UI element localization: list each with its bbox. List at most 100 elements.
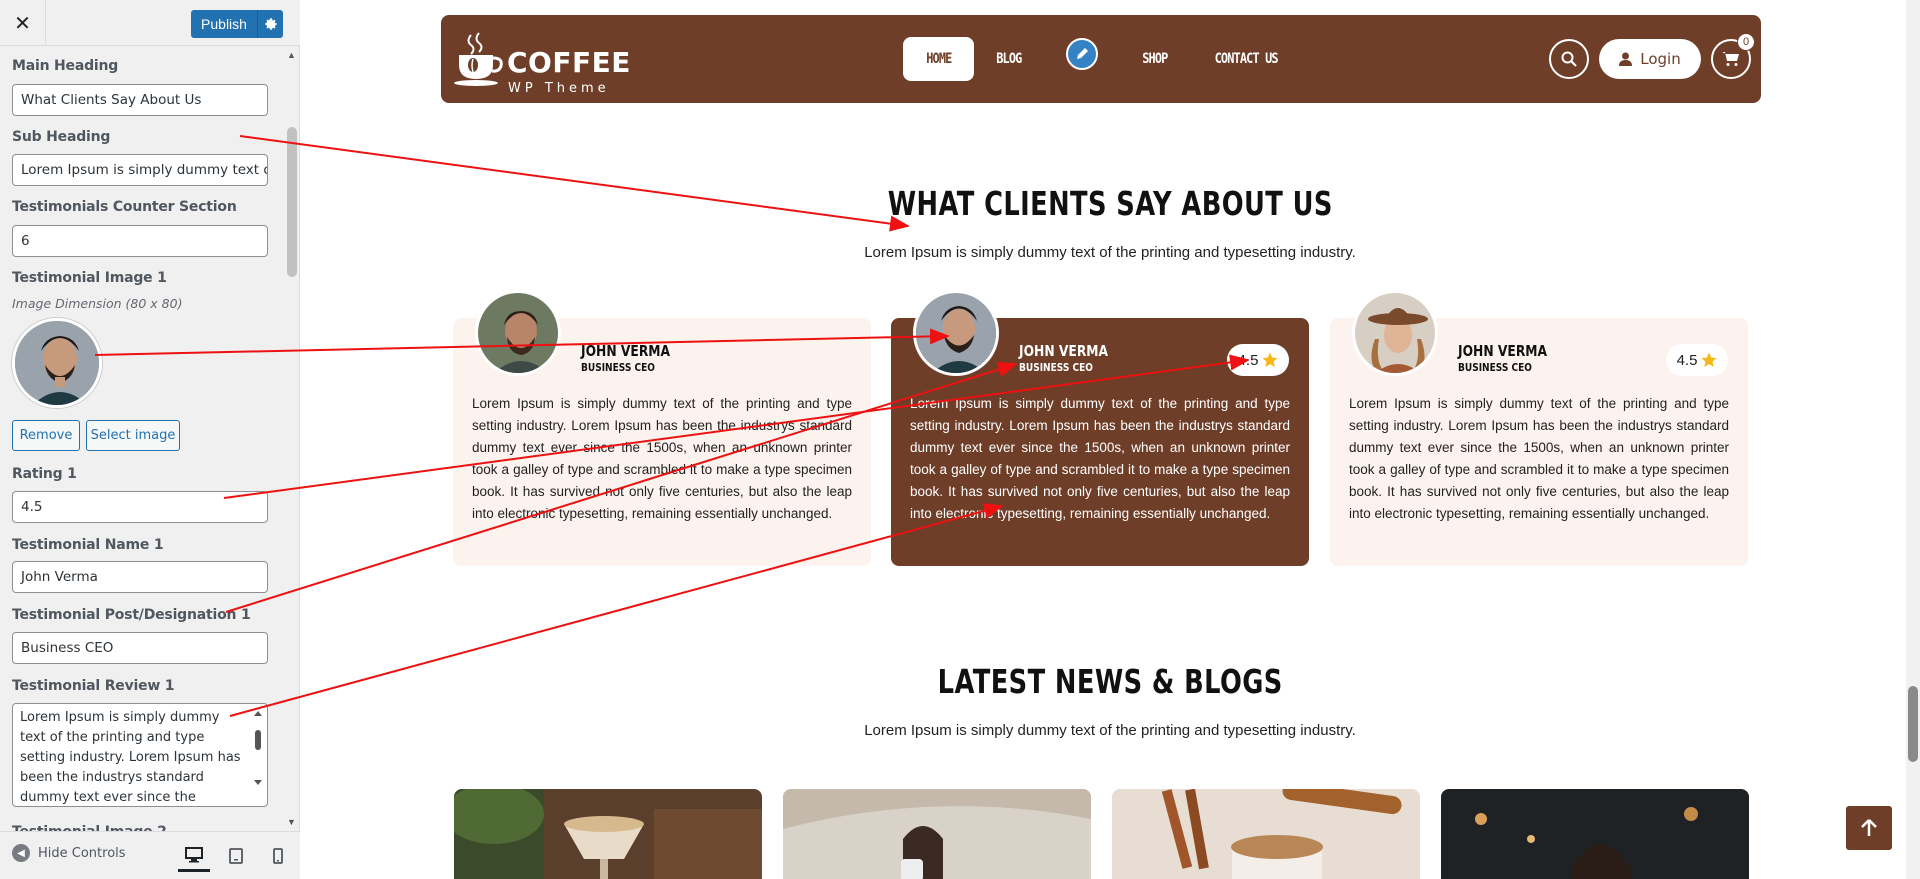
testimonial-image-preview[interactable] xyxy=(12,318,102,408)
search-button[interactable] xyxy=(1549,39,1589,79)
logo-name: COFFEE xyxy=(507,46,631,79)
cart-button[interactable]: 0 xyxy=(1711,33,1755,79)
menu-item-shop[interactable]: SHOP xyxy=(1125,37,1184,81)
testimonials-title: WHAT CLIENTS SAY ABOUT US xyxy=(300,184,1920,223)
review-textarea[interactable]: Lorem Ipsum is simply dummy text of the … xyxy=(12,703,268,807)
post-input[interactable]: Business CEO xyxy=(12,632,268,664)
close-icon: ✕ xyxy=(14,12,31,35)
collapse-icon: ◀ xyxy=(12,844,30,862)
counter-input[interactable]: 6 xyxy=(12,225,268,257)
remove-image-button[interactable]: Remove xyxy=(12,420,80,451)
rating-badge: 4.5 xyxy=(1666,344,1728,376)
testimonials-subtitle: Lorem Ipsum is simply dummy text of the … xyxy=(864,244,1356,261)
tablet-preview-button[interactable] xyxy=(220,840,252,872)
search-icon xyxy=(1561,51,1577,67)
post-label: Testimonial Post/Designation 1 xyxy=(12,607,251,623)
menu-item-home[interactable]: HOME xyxy=(903,37,974,81)
star-icon xyxy=(1262,352,1279,367)
testimonial-name: JOHN VERMA xyxy=(581,342,690,360)
site-logo[interactable]: COFFEE WP Theme xyxy=(451,27,630,96)
site-header: COFFEE WP Theme HOME BLOG SHOP CONTACT U… xyxy=(441,15,1761,103)
testimonial-name-text: JOHN VERMA xyxy=(1019,342,1109,360)
woman-drinking-image xyxy=(783,789,1091,879)
rating-value: 4.5 xyxy=(1676,351,1698,369)
review-text: Lorem Ipsum is simply dummy text of the … xyxy=(20,710,241,805)
blog-image[interactable] xyxy=(783,789,1091,879)
testimonial-card: JOHN VERMA BUSINESS CEO 4.5 Lorem Ipsum … xyxy=(1330,290,1748,566)
blogs-subtitle: Lorem Ipsum is simply dummy text of the … xyxy=(864,722,1356,739)
rating-label: Rating 1 xyxy=(12,466,77,482)
main-heading-input[interactable]: What Clients Say About Us xyxy=(12,84,268,116)
select-image-button[interactable]: Select image xyxy=(86,420,180,451)
bearded-man-avatar xyxy=(478,293,558,373)
edit-shortcut-button[interactable] xyxy=(1065,38,1098,70)
testimonial-review: Lorem Ipsum is simply dummy text of the … xyxy=(1349,396,1729,521)
testimonial-post-text: BUSINESS CEO xyxy=(1019,361,1093,374)
review-label: Testimonial Review 1 xyxy=(12,678,175,694)
testimonial-post-text: BUSINESS CEO xyxy=(581,361,655,374)
testimonial-avatar xyxy=(1352,290,1438,376)
desktop-icon xyxy=(185,846,203,862)
gear-icon xyxy=(264,18,277,30)
testimonial-name: JOHN VERMA xyxy=(1458,342,1567,360)
close-customizer-button[interactable]: ✕ xyxy=(0,0,46,46)
cart-icon xyxy=(1722,52,1739,66)
mobile-preview-button[interactable] xyxy=(262,840,294,872)
testimonial-card: JOHN VERMA BUSINESS CEO Lorem Ipsum is s… xyxy=(453,290,871,566)
menu-item-contact[interactable]: CONTACT US xyxy=(1198,37,1295,81)
testimonials-title-text: WHAT CLIENTS SAY ABOUT US xyxy=(887,184,1333,223)
testimonial-card: JOHN VERMA BUSINESS CEO 4.5 Lorem Ipsum … xyxy=(891,290,1309,566)
publish-group: Publish xyxy=(191,10,283,38)
page-scrollbar[interactable] xyxy=(1906,0,1920,879)
rating-input[interactable]: 4.5 xyxy=(12,491,268,523)
customizer-sidebar: ✕ Publish Main Heading What Clients Say … xyxy=(0,0,300,879)
blog-image[interactable] xyxy=(1112,789,1420,879)
desktop-preview-button[interactable] xyxy=(178,840,210,872)
testimonial-name-text: JOHN VERMA xyxy=(581,342,671,360)
sub-heading-label: Sub Heading xyxy=(12,129,111,145)
testimonial-name-text: JOHN VERMA xyxy=(1458,342,1548,360)
scroll-up-icon[interactable]: ▲ xyxy=(287,50,297,60)
login-label: Login xyxy=(1640,50,1681,68)
menu-home-label: HOME xyxy=(925,51,952,67)
blog-image[interactable] xyxy=(454,789,762,879)
textarea-scrollbar[interactable] xyxy=(252,708,264,798)
back-to-top-button[interactable] xyxy=(1846,806,1892,850)
cart-count-badge: 0 xyxy=(1737,33,1755,51)
cinnamon-coffee-image xyxy=(1112,789,1420,879)
testimonial-post: BUSINESS CEO xyxy=(1019,361,1109,374)
site-preview: COFFEE WP Theme HOME BLOG SHOP CONTACT U… xyxy=(300,0,1920,879)
publish-settings-button[interactable] xyxy=(257,10,283,38)
blogs-title-text: LATEST NEWS & BLOGS xyxy=(937,662,1283,701)
testimonial-review: Lorem Ipsum is simply dummy text of the … xyxy=(910,396,1290,521)
scroll-down-icon[interactable]: ▼ xyxy=(287,817,297,827)
pencil-icon xyxy=(1076,48,1088,59)
main-menu: HOME BLOG SHOP CONTACT US xyxy=(903,37,1304,81)
sub-heading-input[interactable]: Lorem Ipsum is simply dummy text of the … xyxy=(12,154,268,186)
mobile-icon xyxy=(273,848,283,864)
rating-value: 4.5 xyxy=(1237,351,1259,369)
testimonial-review: Lorem Ipsum is simply dummy text of the … xyxy=(472,396,852,521)
name-input[interactable]: John Verma xyxy=(12,561,268,593)
login-button[interactable]: Login xyxy=(1599,39,1701,79)
coffee-cup-icon xyxy=(454,32,503,86)
man-portrait-avatar xyxy=(916,293,996,373)
customizer-footer: ◀ Hide Controls xyxy=(0,831,300,879)
hide-controls-label: Hide Controls xyxy=(38,845,126,861)
rating-badge: 4.5 xyxy=(1227,344,1289,376)
page-scroll-thumb[interactable] xyxy=(1908,686,1918,762)
sidebar-scroll-thumb[interactable] xyxy=(287,127,297,277)
testimonial-avatar xyxy=(913,290,999,376)
blog-image[interactable] xyxy=(1441,789,1749,879)
image-label: Testimonial Image 1 xyxy=(12,270,167,286)
publish-button[interactable]: Publish xyxy=(191,10,257,38)
hide-controls-button[interactable]: ◀ Hide Controls xyxy=(12,844,126,862)
cafe-woman-image xyxy=(1441,789,1749,879)
counter-label: Testimonials Counter Section xyxy=(12,199,237,215)
testimonial-name: JOHN VERMA xyxy=(1019,342,1128,360)
menu-item-blog[interactable]: BLOG xyxy=(979,37,1038,81)
name-label: Testimonial Name 1 xyxy=(12,537,164,553)
testimonial-post: BUSINESS CEO xyxy=(1458,361,1548,374)
testimonial-post: BUSINESS CEO xyxy=(581,361,671,374)
blogs-title: LATEST NEWS & BLOGS xyxy=(300,662,1920,701)
